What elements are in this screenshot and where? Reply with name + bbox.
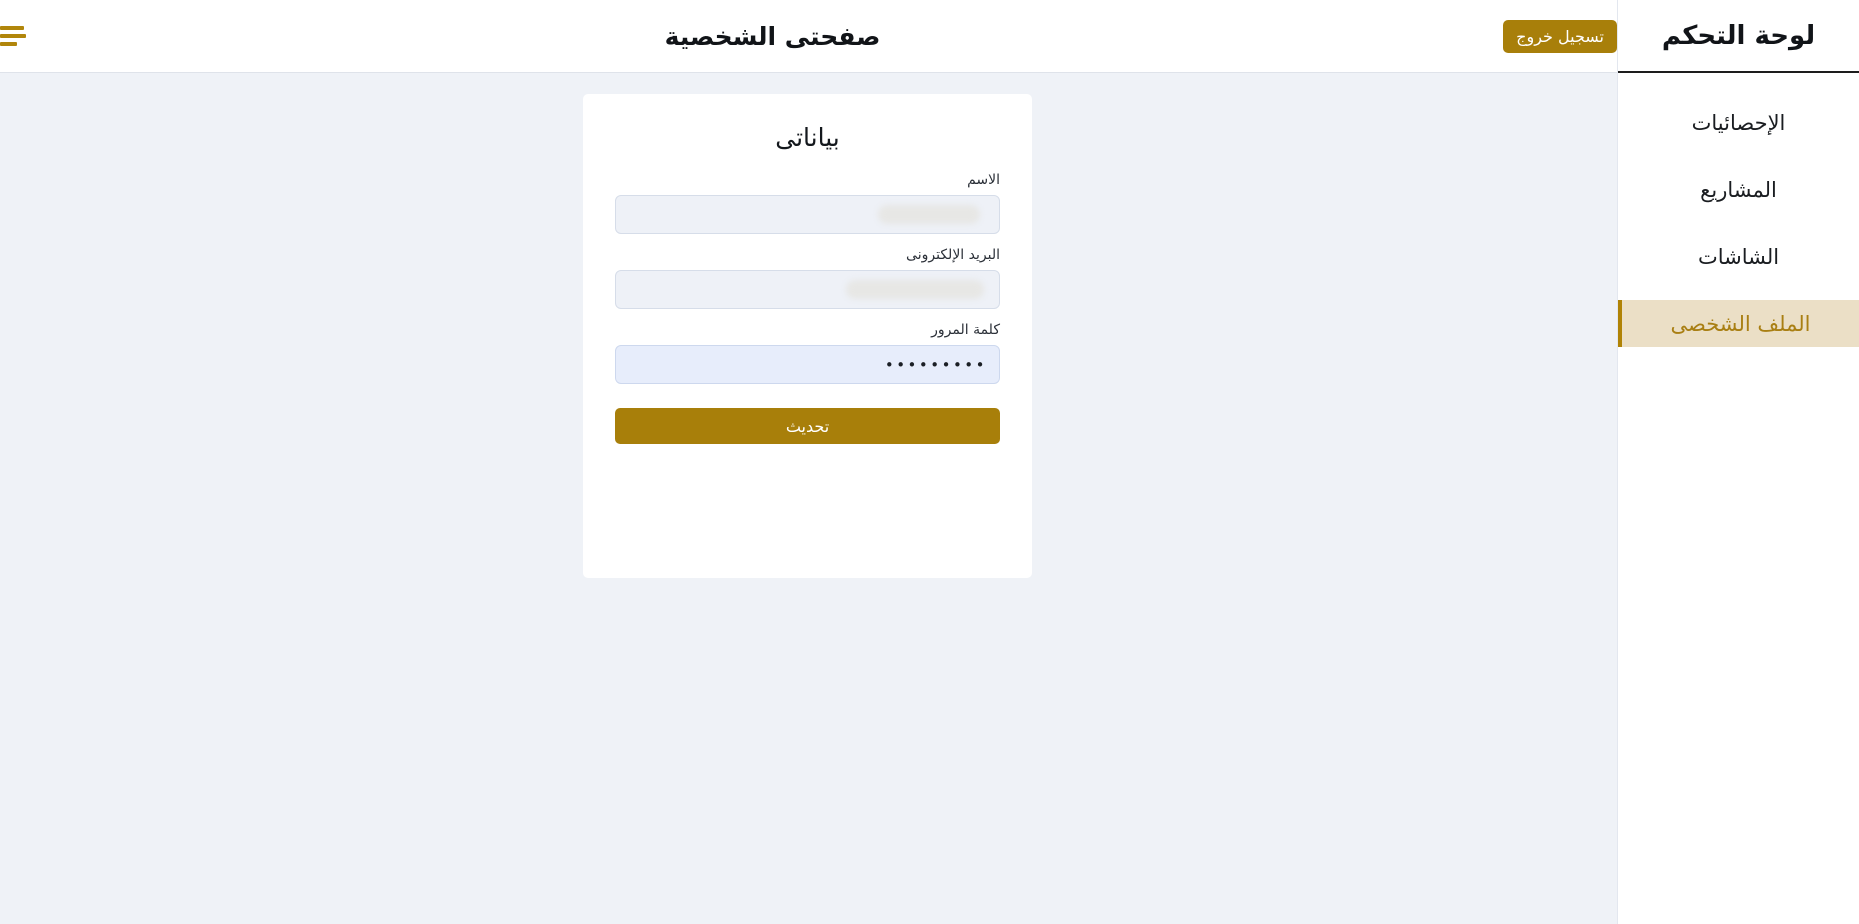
field-password: كلمة المرور ••••••••• xyxy=(615,322,1000,384)
sidebar-header: لوحة التحكم xyxy=(1618,0,1859,73)
sidebar-nav: الإحصائيات المشاريع الشاشات الملف الشخصى xyxy=(1618,73,1859,347)
name-input[interactable] xyxy=(615,195,1000,234)
hamburger-bar-3 xyxy=(0,42,17,46)
field-label-email: البريد الإلكترونى xyxy=(906,247,1000,263)
field-name: الاسم xyxy=(615,172,1000,234)
hamburger-bar-1 xyxy=(0,26,24,30)
redacted-email-value xyxy=(846,280,984,299)
sidebar-title: لوحة التحكم xyxy=(1661,20,1816,51)
sidebar-item-label: المشاريع xyxy=(1700,177,1777,202)
field-email: البريد الإلكترونى xyxy=(615,247,1000,309)
sidebar-item-projects[interactable]: المشاريع xyxy=(1618,166,1859,213)
page-title: صفحتى الشخصية xyxy=(664,21,881,51)
sidebar: لوحة التحكم الإحصائيات المشاريع الشاشات … xyxy=(1617,0,1859,924)
redacted-name-value xyxy=(878,205,980,224)
sidebar-item-label: الشاشات xyxy=(1697,244,1780,269)
main-content: بياناتى الاسم البريد الإلكترونى كلمة الم… xyxy=(0,73,1617,924)
sidebar-item-profile[interactable]: الملف الشخصى xyxy=(1618,300,1859,347)
email-input[interactable] xyxy=(615,270,1000,309)
field-label-name: الاسم xyxy=(967,172,1000,188)
dashboard-page: تسجيل خروج صفحتى الشخصية لوحة التحكم الإ… xyxy=(0,0,1859,924)
password-input[interactable]: ••••••••• xyxy=(615,345,1000,384)
sidebar-item-label: الإحصائيات xyxy=(1691,110,1786,135)
field-label-password: كلمة المرور xyxy=(931,322,1000,338)
card-title: بياناتى xyxy=(775,123,840,152)
profile-form: الاسم البريد الإلكترونى كلمة المرور ••••… xyxy=(583,152,1032,444)
hamburger-icon[interactable] xyxy=(0,18,36,54)
sidebar-item-screens[interactable]: الشاشات xyxy=(1618,233,1859,280)
top-bar: تسجيل خروج صفحتى الشخصية xyxy=(0,0,1617,73)
password-masked-value: ••••••••• xyxy=(884,355,987,374)
sidebar-item-label: الملف الشخصى xyxy=(1670,311,1811,336)
profile-card: بياناتى الاسم البريد الإلكترونى كلمة الم… xyxy=(583,94,1032,578)
sidebar-item-statistics[interactable]: الإحصائيات xyxy=(1618,99,1859,146)
hamburger-bar-2 xyxy=(0,34,26,38)
logout-button[interactable]: تسجيل خروج xyxy=(1503,19,1617,53)
update-button[interactable]: تحديث xyxy=(615,408,1000,444)
